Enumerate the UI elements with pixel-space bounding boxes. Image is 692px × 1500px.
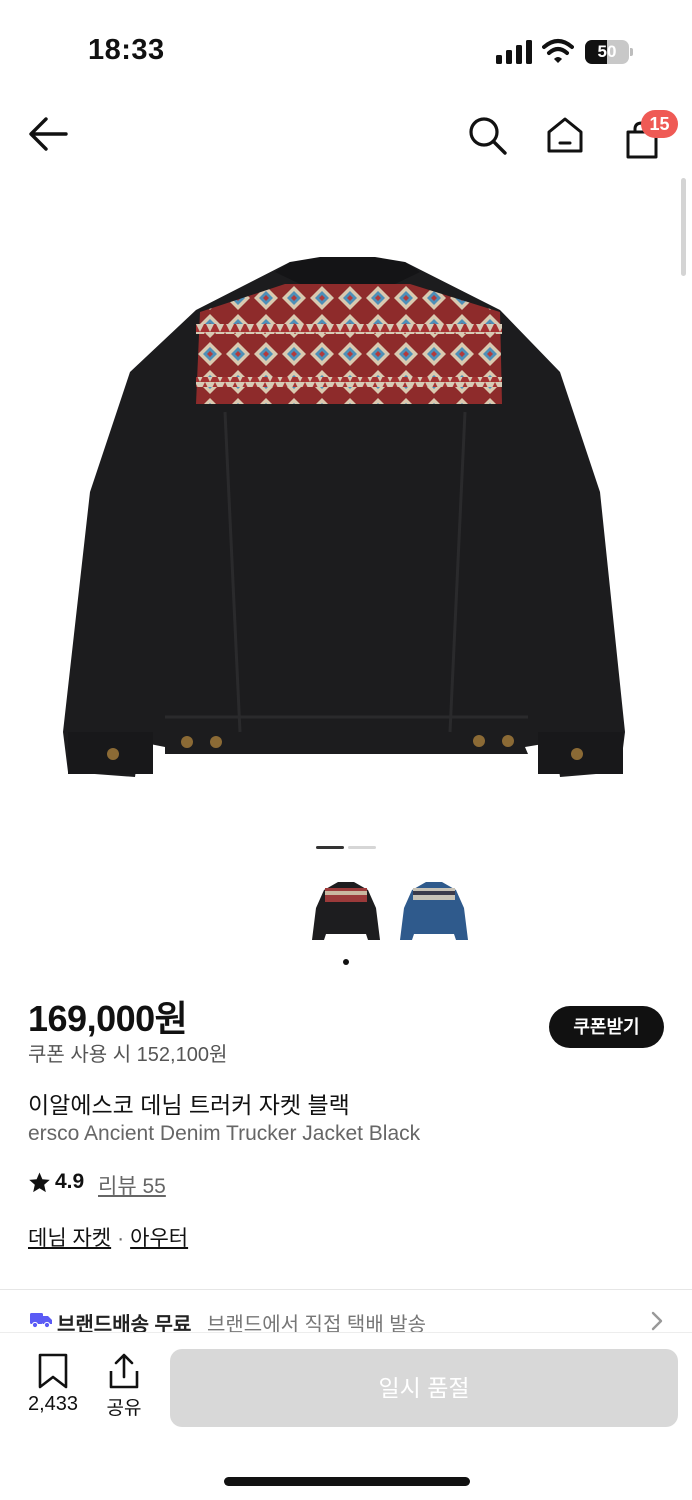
- get-coupon-button[interactable]: 쿠폰받기: [549, 1006, 664, 1048]
- product-image-gallery[interactable]: [0, 172, 692, 832]
- search-icon[interactable]: [464, 112, 510, 158]
- shipping-title: 브랜드배송 무료: [57, 1314, 192, 1332]
- product-image: [63, 257, 625, 777]
- scrollbar[interactable]: [681, 178, 686, 276]
- thumbnail-black[interactable]: [310, 878, 382, 946]
- product-name-english: ersco Ancient Denim Trucker Jacket Black: [28, 1122, 421, 1145]
- product-price: 169,000원: [28, 998, 188, 1039]
- thumbnail-selected-dot: [343, 959, 349, 965]
- battery-level: 50: [597, 42, 617, 61]
- home-indicator: [224, 1477, 470, 1486]
- gallery-page-dot: [316, 846, 344, 849]
- bookmark-button[interactable]: 2,433: [20, 1353, 86, 1419]
- section-divider: [0, 1289, 692, 1290]
- wifi-icon: [542, 39, 574, 63]
- home-icon[interactable]: [542, 112, 588, 158]
- coupon-price: 쿠폰 사용 시 152,100원: [28, 1044, 228, 1066]
- truck-icon: [30, 1313, 52, 1328]
- product-name-korean: 이알에스코 데님 트러커 자켓 블랙: [28, 1092, 350, 1118]
- gallery-page-indicator: [316, 846, 376, 849]
- shipping-info-row[interactable]: 브랜드배송 무료 브랜드에서 직접 택배 발송: [0, 1306, 692, 1332]
- color-thumbnails: [0, 878, 692, 948]
- gallery-page-dot: [348, 846, 376, 849]
- star-icon: [29, 1172, 50, 1193]
- battery-icon: 50: [585, 40, 633, 64]
- category-breadcrumb: 데님 자켓 · 아우터: [28, 1222, 188, 1252]
- review-link[interactable]: 리뷰 55: [98, 1170, 166, 1200]
- category-separator: ·: [117, 1227, 125, 1250]
- bookmark-count: 2,433: [27, 1393, 79, 1415]
- back-arrow-icon[interactable]: [24, 112, 74, 156]
- sold-out-button[interactable]: 일시 품절: [170, 1349, 678, 1427]
- status-time: 18:33: [88, 34, 165, 66]
- cart-count-badge: 15: [641, 110, 678, 138]
- category-link-denim-jacket[interactable]: 데님 자켓: [28, 1227, 111, 1250]
- share-icon: [109, 1353, 139, 1389]
- share-button[interactable]: 공유: [96, 1353, 152, 1419]
- cart-button[interactable]: 15: [620, 110, 680, 160]
- category-link-outer[interactable]: 아우터: [130, 1227, 188, 1250]
- bottom-action-bar: 2,433 공유 일시 품절: [0, 1332, 692, 1500]
- shipping-description: 브랜드에서 직접 택배 발송: [207, 1314, 427, 1332]
- signal-icon: [496, 40, 532, 64]
- chevron-right-icon: [651, 1311, 663, 1331]
- share-label: 공유: [106, 1398, 142, 1419]
- thumbnail-blue[interactable]: [398, 878, 470, 946]
- rating-value: 4.9: [55, 1170, 85, 1193]
- bookmark-icon: [38, 1353, 68, 1389]
- status-bar: 18:33 50: [0, 0, 692, 100]
- top-nav: 15: [0, 100, 692, 170]
